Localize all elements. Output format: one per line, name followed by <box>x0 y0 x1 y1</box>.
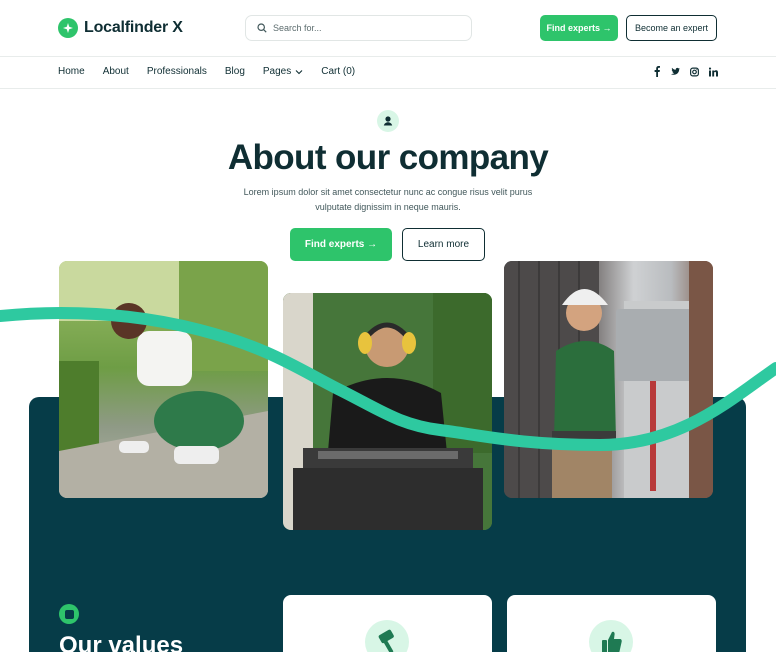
linkedin-icon[interactable] <box>709 66 718 77</box>
twitter-icon[interactable] <box>671 66 680 77</box>
page-subtitle: Lorem ipsum dolor sit amet consectetur n… <box>243 187 533 212</box>
instagram-icon[interactable] <box>690 66 699 77</box>
nav-item-professionals[interactable]: Professionals <box>147 66 207 77</box>
social-links <box>652 66 718 77</box>
main-nav: Home About Professionals Blog Pages Cart… <box>0 57 776 89</box>
chevron-down-icon <box>295 69 303 74</box>
nav-item-cart[interactable]: Cart (0) <box>321 66 355 77</box>
value-card <box>283 595 492 652</box>
nav-item-pages-label: Pages <box>262 66 292 77</box>
decorative-wave <box>0 306 776 452</box>
nav-item-home[interactable]: Home <box>58 66 85 77</box>
logo[interactable]: Localfinder X <box>58 17 183 39</box>
hammer-icon <box>365 620 409 652</box>
user-icon <box>377 110 399 132</box>
site-header: Localfinder X Find experts → Become an e… <box>0 0 776 57</box>
hero-find-experts-button[interactable]: Find experts → <box>290 228 392 261</box>
search-bar[interactable] <box>245 15 472 41</box>
become-expert-button[interactable]: Become an expert <box>626 15 717 41</box>
find-experts-button[interactable]: Find experts → <box>540 15 618 41</box>
page-title: About our company <box>227 138 549 177</box>
brand-name: Localfinder X <box>84 19 183 36</box>
nav-item-blog[interactable]: Blog <box>225 66 245 77</box>
search-icon <box>257 23 267 33</box>
nav-item-pages[interactable]: Pages <box>263 66 303 77</box>
search-input[interactable] <box>273 23 453 33</box>
logo-icon <box>58 18 78 38</box>
values-title: Our values <box>59 632 184 652</box>
thumbs-up-icon <box>589 620 633 652</box>
star-icon <box>59 604 79 624</box>
value-card <box>507 595 716 652</box>
learn-more-button[interactable]: Learn more <box>402 228 485 261</box>
facebook-icon[interactable] <box>652 66 661 77</box>
nav-item-about[interactable]: About <box>103 66 129 77</box>
